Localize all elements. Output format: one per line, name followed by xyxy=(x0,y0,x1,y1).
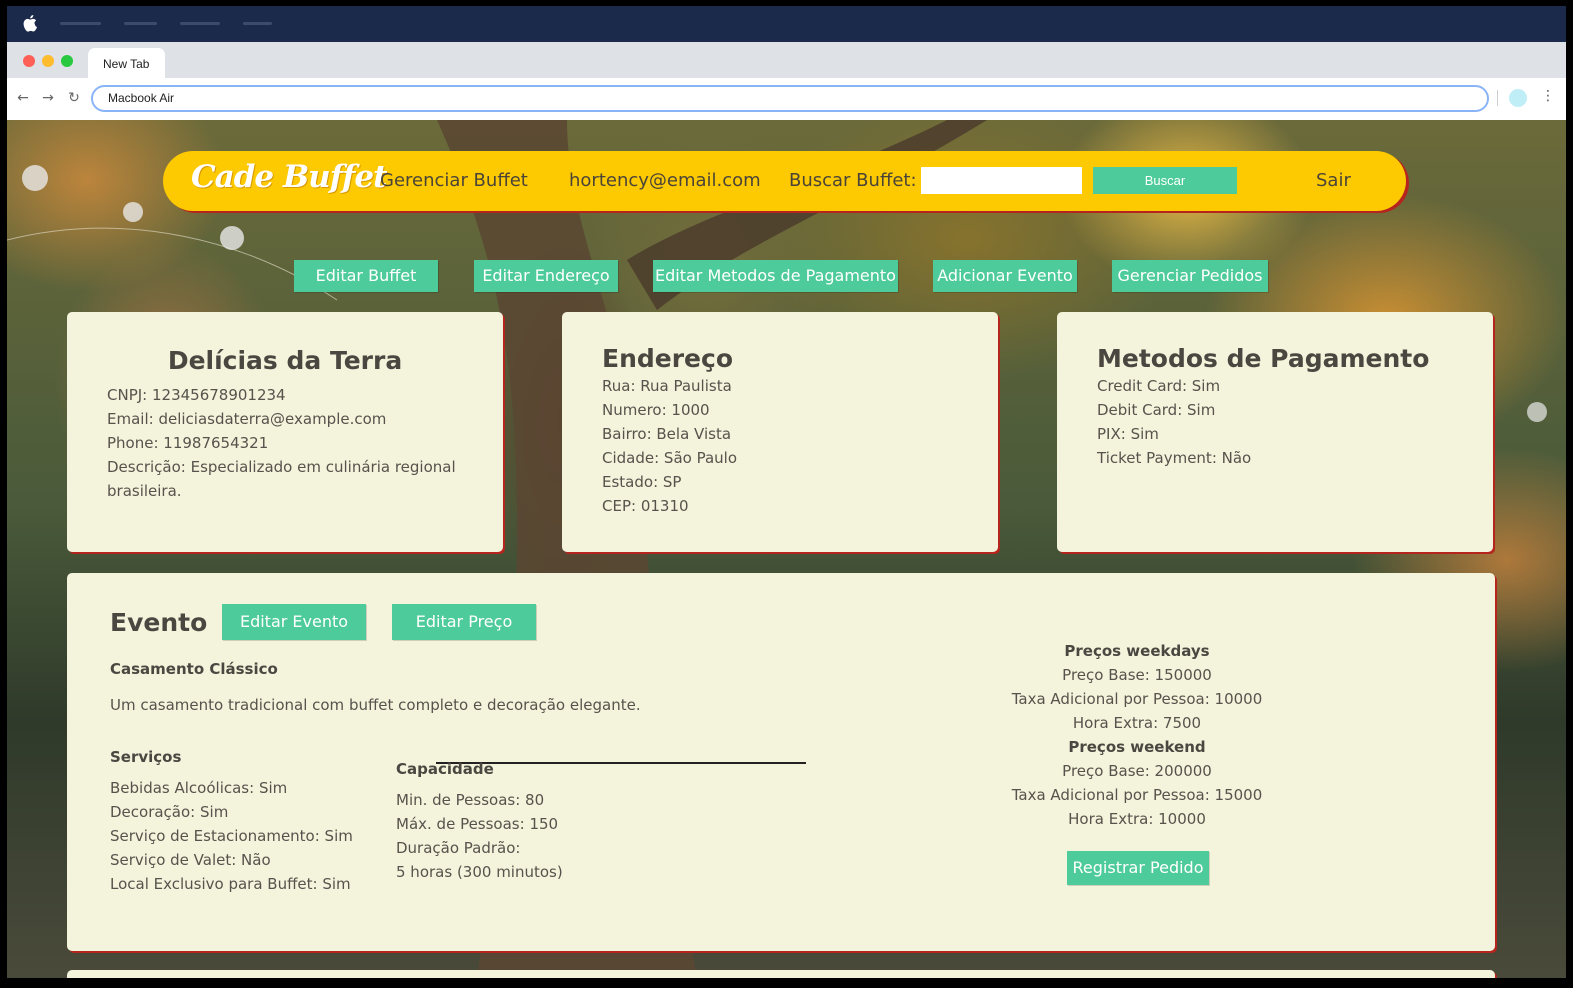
os-menu-bar xyxy=(7,6,1566,42)
event-card: Evento Editar Evento Editar Preço Casame… xyxy=(67,573,1495,951)
back-arrow-icon[interactable]: ← xyxy=(15,90,31,106)
payment-credit: Credit Card: Sim xyxy=(1097,377,1221,395)
service-item: Decoração: Sim xyxy=(110,803,229,821)
menu-placeholder[interactable] xyxy=(60,22,101,25)
capacity-title: Capacidade xyxy=(396,760,494,778)
browser-tab[interactable]: New Tab xyxy=(88,48,165,78)
profile-avatar-icon[interactable] xyxy=(1509,89,1527,107)
close-window-button[interactable] xyxy=(23,55,35,67)
address-title: Endereço xyxy=(602,344,734,373)
services-title: Serviços xyxy=(110,748,182,766)
capacity-item: Máx. de Pessoas: 150 xyxy=(396,815,559,833)
weekend-prices-title: Preços weekend xyxy=(1068,738,1206,756)
reload-icon[interactable]: ↻ xyxy=(66,90,82,106)
tab-title: New Tab xyxy=(103,57,150,71)
manage-buffet-link[interactable]: Gerenciar Buffet xyxy=(380,170,528,191)
browser-tab-strip: New Tab xyxy=(7,42,1566,78)
zoom-window-button[interactable] xyxy=(61,55,73,67)
capacity-item: 5 horas (300 minutos) xyxy=(396,863,563,881)
event-name: Casamento Clássico xyxy=(110,660,278,678)
address-street: Rua: Rua Paulista xyxy=(602,377,732,395)
weekend-price-item: Preço Base: 200000 xyxy=(1062,762,1212,780)
address-card: Endereço Rua: Rua Paulista Numero: 1000 … xyxy=(562,312,998,552)
service-item: Serviço de Valet: Não xyxy=(110,851,271,869)
menu-placeholder[interactable] xyxy=(180,22,220,25)
service-item: Bebidas Alcoólicas: Sim xyxy=(110,779,288,797)
forward-arrow-icon[interactable]: → xyxy=(40,90,56,106)
weekend-price-item: Taxa Adicional por Pessoa: 15000 xyxy=(1011,786,1263,804)
site-logo[interactable]: Cade Buffet xyxy=(191,159,387,195)
apple-logo-icon[interactable] xyxy=(23,14,37,32)
payment-title: Metodos de Pagamento xyxy=(1097,344,1430,373)
next-card-edge xyxy=(67,970,1495,978)
weekdays-prices-title: Preços weekdays xyxy=(1064,642,1210,660)
buffet-email: Email: deliciasdaterra@example.com xyxy=(107,410,387,428)
search-button[interactable]: Buscar xyxy=(1093,167,1237,194)
browser-toolbar: ← → ↻ Macbook Air ⋮ xyxy=(7,78,1566,120)
capacity-item: Min. de Pessoas: 80 xyxy=(396,791,545,809)
payment-pix: PIX: Sim xyxy=(1097,425,1159,443)
menu-placeholder[interactable] xyxy=(243,22,272,25)
weekday-price-item: Hora Extra: 7500 xyxy=(1072,714,1202,732)
edit-event-button[interactable]: Editar Evento xyxy=(222,604,366,640)
edit-payment-methods-button[interactable]: Editar Metodos de Pagamento xyxy=(653,260,898,292)
weekday-price-item: Preço Base: 150000 xyxy=(1062,666,1212,684)
service-item: Local Exclusivo para Buffet: Sim xyxy=(110,875,351,893)
payment-ticket: Ticket Payment: Não xyxy=(1097,449,1252,467)
address-number: Numero: 1000 xyxy=(602,401,710,419)
page-viewport: Cade Buffet Gerenciar Buffet hortency@em… xyxy=(7,120,1566,978)
site-header: Cade Buffet Gerenciar Buffet hortency@em… xyxy=(163,151,1406,211)
address-city: Cidade: São Paulo xyxy=(602,449,737,467)
weekend-price-item: Hora Extra: 10000 xyxy=(1068,810,1206,828)
add-event-button[interactable]: Adicionar Evento xyxy=(933,260,1077,292)
more-menu-icon[interactable]: ⋮ xyxy=(1541,88,1555,104)
buffet-info-card: Delícias da Terra CNPJ: 12345678901234 E… xyxy=(67,312,503,552)
register-order-button[interactable]: Registrar Pedido xyxy=(1067,851,1209,885)
address-district: Bairro: Bela Vista xyxy=(602,425,732,443)
search-input[interactable] xyxy=(921,167,1082,194)
url-text: Macbook Air xyxy=(108,91,175,105)
weekday-price-item: Taxa Adicional por Pessoa: 10000 xyxy=(1011,690,1263,708)
address-zip: CEP: 01310 xyxy=(602,497,689,515)
buffet-cnpj: CNPJ: 12345678901234 xyxy=(107,386,286,404)
minimize-window-button[interactable] xyxy=(42,55,54,67)
buffet-description: Descrição: Especializado em culinária re… xyxy=(107,458,456,500)
logout-link[interactable]: Sair xyxy=(1316,170,1351,191)
event-section-title: Evento xyxy=(110,608,208,637)
address-bar[interactable]: Macbook Air xyxy=(91,85,1489,112)
capacity-item: Duração Padrão: xyxy=(396,839,521,857)
service-item: Serviço de Estacionamento: Sim xyxy=(110,827,353,845)
buffet-phone: Phone: 11987654321 xyxy=(107,434,269,452)
manage-orders-button[interactable]: Gerenciar Pedidos xyxy=(1112,260,1268,292)
address-state: Estado: SP xyxy=(602,473,682,491)
payment-debit: Debit Card: Sim xyxy=(1097,401,1216,419)
search-label: Buscar Buffet: xyxy=(789,170,917,191)
payment-methods-card: Metodos de Pagamento Credit Card: Sim De… xyxy=(1057,312,1493,552)
event-description: Um casamento tradicional com buffet comp… xyxy=(110,696,641,714)
buffet-name: Delícias da Terra xyxy=(167,346,403,375)
toolbar-divider xyxy=(1497,90,1498,106)
user-email: hortency@email.com xyxy=(569,170,761,191)
edit-address-button[interactable]: Editar Endereço xyxy=(474,260,618,292)
edit-buffet-button[interactable]: Editar Buffet xyxy=(294,260,438,292)
menu-placeholder[interactable] xyxy=(124,22,157,25)
edit-price-button[interactable]: Editar Preço xyxy=(392,604,536,640)
